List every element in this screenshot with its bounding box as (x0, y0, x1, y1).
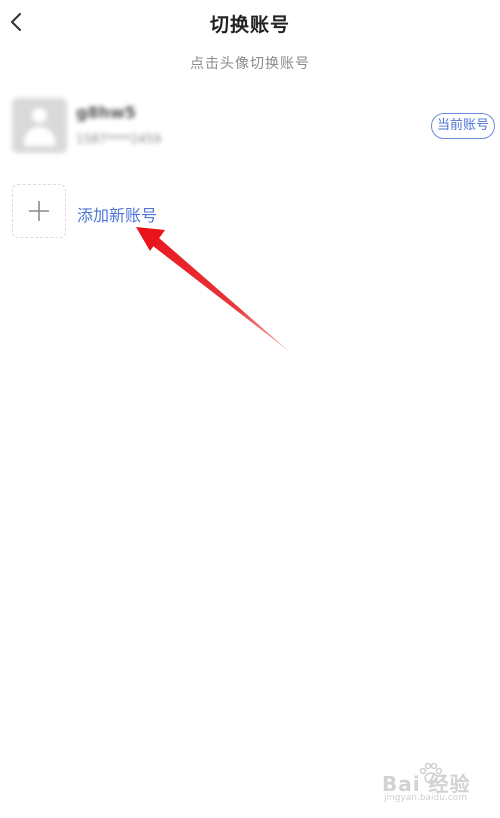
account-item: g8hw5 1587****2459 当前账号 (12, 98, 498, 154)
current-account-badge: 当前账号 (431, 113, 495, 139)
add-account-button[interactable]: 添加新账号 (12, 184, 312, 240)
header: 切换账号 (0, 0, 500, 44)
avatar-head (32, 108, 47, 123)
add-account-label: 添加新账号 (77, 206, 158, 225)
plus-icon (29, 201, 49, 221)
page-title: 切换账号 (209, 14, 290, 36)
account-name: g8hw5 (76, 103, 136, 122)
add-account-box[interactable] (12, 184, 66, 238)
avatar-body (24, 127, 55, 146)
arrow-shaft (153, 238, 290, 352)
watermark: Bai 经验 jingyan.baidu.com (382, 762, 492, 806)
switch-hint: 点击头像切换账号 (190, 56, 310, 72)
paw-icon (419, 762, 443, 784)
watermark-url: jingyan.baidu.com (384, 793, 468, 803)
account-phone: 1587****2459 (76, 132, 162, 146)
user-avatar-icon[interactable] (12, 98, 67, 153)
